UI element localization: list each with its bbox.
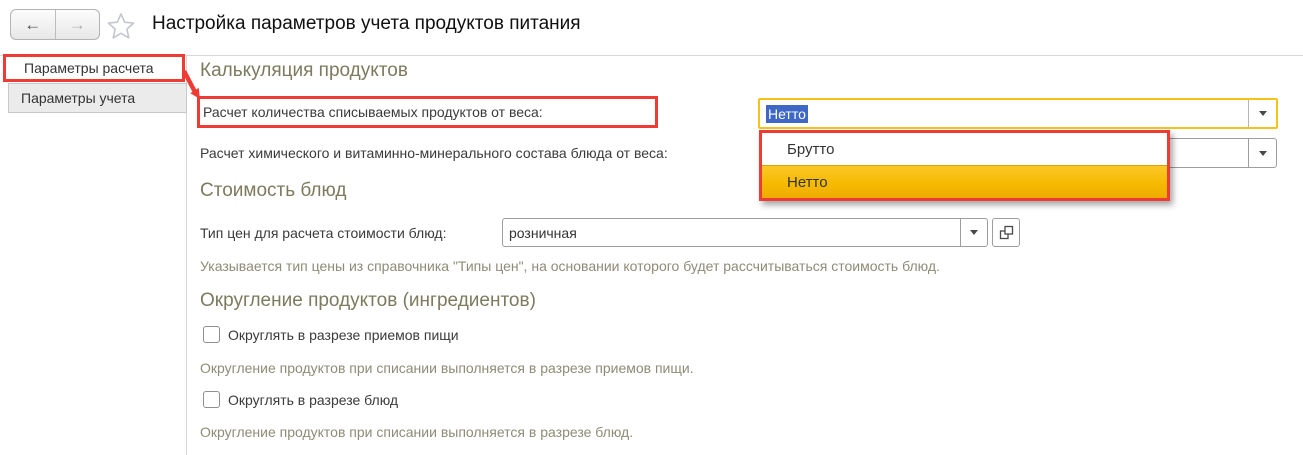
weight-calc-label: Расчет количества списываемых продуктов … <box>200 104 543 120</box>
price-type-hint: Указывается тип цены из справочника "Тип… <box>200 258 940 274</box>
chevron-down-icon <box>1259 151 1267 156</box>
round-by-meals-checkbox[interactable] <box>203 326 220 343</box>
sidebar-divider <box>186 55 187 455</box>
chem-composition-dropdown-button[interactable] <box>1248 139 1276 167</box>
weight-calc-dropdown-button[interactable] <box>1248 100 1276 127</box>
round-by-dishes-hint: Округление продуктов при списании выполн… <box>200 424 633 440</box>
annotation-box-dropdown: Брутто Нетто <box>759 130 1170 201</box>
price-type-combobox[interactable]: розничная <box>502 218 988 247</box>
chevron-down-icon <box>1259 111 1267 116</box>
checkbox-row-meals: Округлять в разрезе приемов пищи <box>203 326 459 343</box>
app-window: ← → Настройка параметров учета продуктов… <box>0 0 1303 455</box>
chem-composition-label: Расчет химического и витаминно-минеральн… <box>200 145 668 161</box>
sidebar-tab-account-params[interactable]: Параметры учета <box>8 83 187 113</box>
dropdown-option-brutto[interactable]: Брутто <box>762 133 1167 165</box>
dropdown-option-netto[interactable]: Нетто <box>762 165 1167 198</box>
forward-button[interactable]: → <box>56 10 100 39</box>
weight-calc-combobox[interactable]: Нетто <box>758 98 1278 129</box>
back-button[interactable]: ← <box>11 10 56 39</box>
price-type-open-button[interactable] <box>992 218 1020 247</box>
round-by-dishes-checkbox[interactable] <box>203 391 220 408</box>
checkbox-row-dishes: Округлять в разрезе блюд <box>203 391 398 408</box>
round-by-meals-hint: Округление продуктов при списании выполн… <box>200 360 694 376</box>
annotation-arrow <box>172 68 208 104</box>
sidebar-tab-calc-params[interactable]: Параметры расчета <box>6 57 182 79</box>
round-by-dishes-label[interactable]: Округлять в разрезе блюд <box>228 392 398 408</box>
forward-arrow-icon: → <box>69 15 86 35</box>
weight-calc-value: Нетто <box>766 105 808 123</box>
back-arrow-icon: ← <box>24 15 41 35</box>
annotation-box-weight-label: Расчет количества списываемых продуктов … <box>197 96 658 128</box>
combobox-dropdown-list: Брутто Нетто <box>762 133 1167 198</box>
content-top-divider <box>0 55 1303 56</box>
round-by-meals-label[interactable]: Округлять в разрезе приемов пищи <box>228 327 459 343</box>
chevron-down-icon <box>970 230 978 235</box>
annotation-box-active-tab: Параметры расчета <box>3 54 185 82</box>
price-type-dropdown-button[interactable] <box>960 219 987 246</box>
section-title-cost: Стоимость блюд <box>200 180 346 202</box>
open-icon <box>999 225 1014 240</box>
price-type-label: Тип цен для расчета стоимости блюд: <box>200 225 446 241</box>
page-title: Настройка параметров учета продуктов пит… <box>152 13 581 35</box>
section-title-calculation: Калькуляция продуктов <box>200 60 408 82</box>
price-type-value: розничная <box>503 219 960 246</box>
nav-buttons: ← → <box>10 9 100 40</box>
section-title-rounding: Округление продуктов (ингредиентов) <box>200 290 536 312</box>
favorite-star-icon[interactable] <box>106 11 136 41</box>
